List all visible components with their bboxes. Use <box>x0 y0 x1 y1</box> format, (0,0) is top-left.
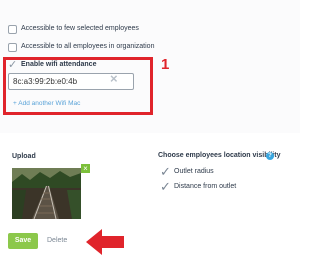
outlet-radius-check-icon[interactable]: ✓ <box>160 165 171 178</box>
delete-link[interactable]: Delete <box>47 237 67 244</box>
distance-check-icon[interactable]: ✓ <box>160 180 171 193</box>
uploaded-image-thumbnail <box>12 168 81 219</box>
wifi-attendance-check-icon[interactable]: ✓ <box>8 60 17 71</box>
railway-photo-icon <box>12 168 81 219</box>
settings-page: Accessible to few selected employees Acc… <box>0 0 300 263</box>
annotation-arrow-icon <box>86 229 124 255</box>
all-employees-label: Accessible to all employees in organizat… <box>21 43 155 50</box>
distance-label: Distance from outlet <box>174 183 237 190</box>
annotation-number: 1 <box>161 56 170 73</box>
few-employees-label: Accessible to few selected employees <box>21 25 139 32</box>
upload-label: Upload <box>12 153 36 160</box>
outlet-radius-label: Outlet radius <box>174 168 214 175</box>
save-button[interactable]: Save <box>8 233 38 249</box>
few-employees-checkbox[interactable] <box>8 25 17 34</box>
help-icon[interactable]: ? <box>266 152 274 160</box>
remove-mac-icon[interactable]: × <box>110 71 118 86</box>
all-employees-checkbox[interactable] <box>8 43 17 52</box>
remove-image-button[interactable]: × <box>81 164 90 173</box>
wifi-attendance-label: Enable wifi attendance <box>21 61 97 68</box>
add-wifi-mac-link[interactable]: + Add another Wifi Mac <box>13 100 80 107</box>
visibility-title: Choose employees location visibility <box>158 152 281 159</box>
